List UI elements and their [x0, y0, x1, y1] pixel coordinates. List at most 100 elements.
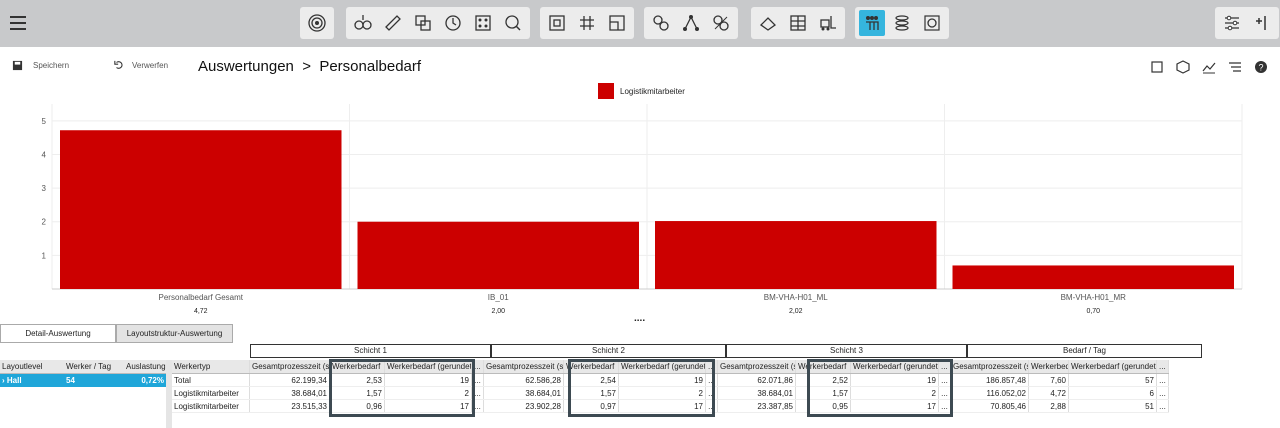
table-cell: 19 [619, 374, 706, 386]
settings-sliders-icon[interactable] [1219, 10, 1245, 36]
y-tick-label: 4 [42, 150, 47, 159]
row-werker: 54 [66, 376, 75, 385]
col-header[interactable]: ... [706, 360, 718, 373]
coins-icon[interactable] [889, 10, 915, 36]
table-cell: ... [706, 400, 718, 412]
col-header[interactable]: Werkerbedarf (gerundet) [385, 360, 472, 373]
process-icon[interactable] [350, 10, 376, 36]
bar-chart: 1 2 3 4 5 Personalbedarf Gesamt 4,72 IB_01 2,00 B… [42, 104, 1243, 315]
col-header[interactable]: Werkerbedarf [796, 360, 851, 373]
table-cell: ... [472, 387, 484, 399]
col-header[interactable]: ... [1157, 360, 1169, 373]
tab-bar: Detail-Auswertung Layoutstruktur-Auswert… [0, 324, 233, 343]
help-icon[interactable]: ? [1254, 60, 1268, 74]
col-header[interactable]: Werkerbedarf [564, 360, 619, 373]
bar-value-label: 4,72 [194, 308, 208, 315]
layout-icon[interactable] [604, 10, 630, 36]
undo-icon [114, 60, 123, 69]
frame-select-icon[interactable] [1150, 60, 1164, 74]
col-header[interactable]: Gesamtprozesszeit (s) [718, 360, 796, 373]
col-header[interactable]: Gesamtprozesszeit (s) [250, 360, 330, 373]
col-header[interactable]: ... [939, 360, 951, 373]
table-cell: ... [706, 387, 718, 399]
more-indicator[interactable]: .... [634, 313, 645, 324]
table-cell: 2,52 [796, 374, 851, 386]
floppy-icon [12, 60, 23, 71]
col-werker-tag[interactable]: Werker / Tag [64, 360, 124, 373]
group-schicht-2: Schicht 2 [491, 344, 726, 358]
y-tick-label: 2 [42, 218, 47, 227]
cycle-icon[interactable] [919, 10, 945, 36]
col-layoutlevel[interactable]: Layoutlevel [0, 360, 64, 373]
layout-level-table: Layoutlevel Werker / Tag Auslastung › Ha… [0, 360, 166, 387]
shapes-icon[interactable] [410, 10, 436, 36]
col-header[interactable]: ... [472, 360, 484, 373]
col-header[interactable]: Gesamtprozesszeit (s) [484, 360, 564, 373]
col-header[interactable]: Werkerbedarf [330, 360, 385, 373]
table-cell: 1,57 [796, 387, 851, 399]
table-row[interactable]: Logistikmitarbeiter 23.515,33 0,96 17... 23.… [172, 400, 1169, 413]
top-toolbar [0, 0, 1280, 47]
column-adjust-icon[interactable] [1249, 10, 1275, 36]
table-cell: 70.805,46 [951, 400, 1029, 412]
toolbar-group-7 [1215, 7, 1279, 39]
x-tick-label: Personalbedarf Gesamt [159, 293, 244, 302]
forklift-icon[interactable] [815, 10, 841, 36]
people-icon[interactable] [859, 10, 885, 36]
network-icon[interactable] [678, 10, 704, 36]
shelf-icon[interactable] [785, 10, 811, 36]
radar-icon[interactable] [304, 10, 330, 36]
table-cell: 2,53 [330, 374, 385, 386]
table-cell: 19 [385, 374, 472, 386]
table-cell: ... [472, 374, 484, 386]
bar-value-label: 2,00 [491, 308, 505, 315]
col-header[interactable]: Werkerbedarf (gerundet) [851, 360, 939, 373]
revert-button[interactable]: Verwerfen [114, 60, 168, 70]
svg-text:?: ? [1258, 63, 1263, 73]
layout-level-header: Layoutlevel Werker / Tag Auslastung [0, 360, 166, 374]
col-header[interactable]: Werkerbedarf [1029, 360, 1069, 373]
col-header[interactable]: Werkertyp [172, 360, 250, 373]
y-tick-label: 1 [42, 251, 47, 260]
table-row[interactable]: Logistikmitarbeiter 38.684,01 1,57 2... 38.6… [172, 387, 1169, 400]
col-header[interactable]: Gesamtprozesszeit (s) [951, 360, 1029, 373]
list-filter-icon[interactable] [1228, 60, 1242, 74]
save-button[interactable]: Speichern [12, 60, 69, 71]
col-header[interactable]: Werkerbedarf (gerundet) [1069, 360, 1157, 373]
table-row[interactable]: Total 62.199,34 2,53 19... 62.586,28 2,54 19..… [172, 374, 1169, 387]
table-cell: ... [1157, 400, 1169, 412]
table-cell: 62.071,86 [718, 374, 796, 386]
table-cell: 62.199,34 [250, 374, 330, 386]
hash-icon[interactable] [574, 10, 600, 36]
frame-icon[interactable] [544, 10, 570, 36]
search-refresh-icon[interactable] [500, 10, 526, 36]
col-auslastung[interactable]: Auslastung [124, 360, 166, 373]
clock-icon[interactable] [440, 10, 466, 36]
chart-line-icon[interactable] [1202, 60, 1216, 74]
link-alt-icon[interactable] [708, 10, 734, 36]
table-cell: 116.052,02 [951, 387, 1029, 399]
table-cell: 38.684,01 [250, 387, 330, 399]
layout-level-row[interactable]: › Hall 54 0,72% [0, 374, 166, 387]
bar-value-label: 2,02 [789, 308, 803, 315]
table-cell: ... [939, 400, 951, 412]
main-table-header: Werkertyp Gesamtprozesszeit (s) Werkerbeda… [172, 360, 1169, 374]
tab-detail-auswertung[interactable]: Detail-Auswertung [0, 324, 116, 343]
link-icon[interactable] [648, 10, 674, 36]
table-cell: 2,88 [1029, 400, 1069, 412]
tab-layoutstruktur-auswertung[interactable]: Layoutstruktur-Auswertung [116, 324, 233, 343]
conveyor-icon[interactable] [755, 10, 781, 36]
bar [60, 130, 342, 289]
ruler-icon[interactable] [380, 10, 406, 36]
grid-dots-icon[interactable] [470, 10, 496, 36]
bar [655, 221, 937, 289]
cube-icon[interactable] [1176, 60, 1190, 74]
table-cell: ... [706, 374, 718, 386]
col-header[interactable]: Werkerbedarf (gerundet) [619, 360, 706, 373]
table-cell: 38.684,01 [718, 387, 796, 399]
table-cell: Logistikmitarbeiter [172, 400, 250, 412]
menu-icon[interactable] [10, 16, 26, 30]
breadcrumb: Auswertungen > Personalbedarf [198, 58, 422, 75]
chart-tools: ? [1150, 60, 1268, 74]
y-tick-label: 3 [42, 184, 47, 193]
